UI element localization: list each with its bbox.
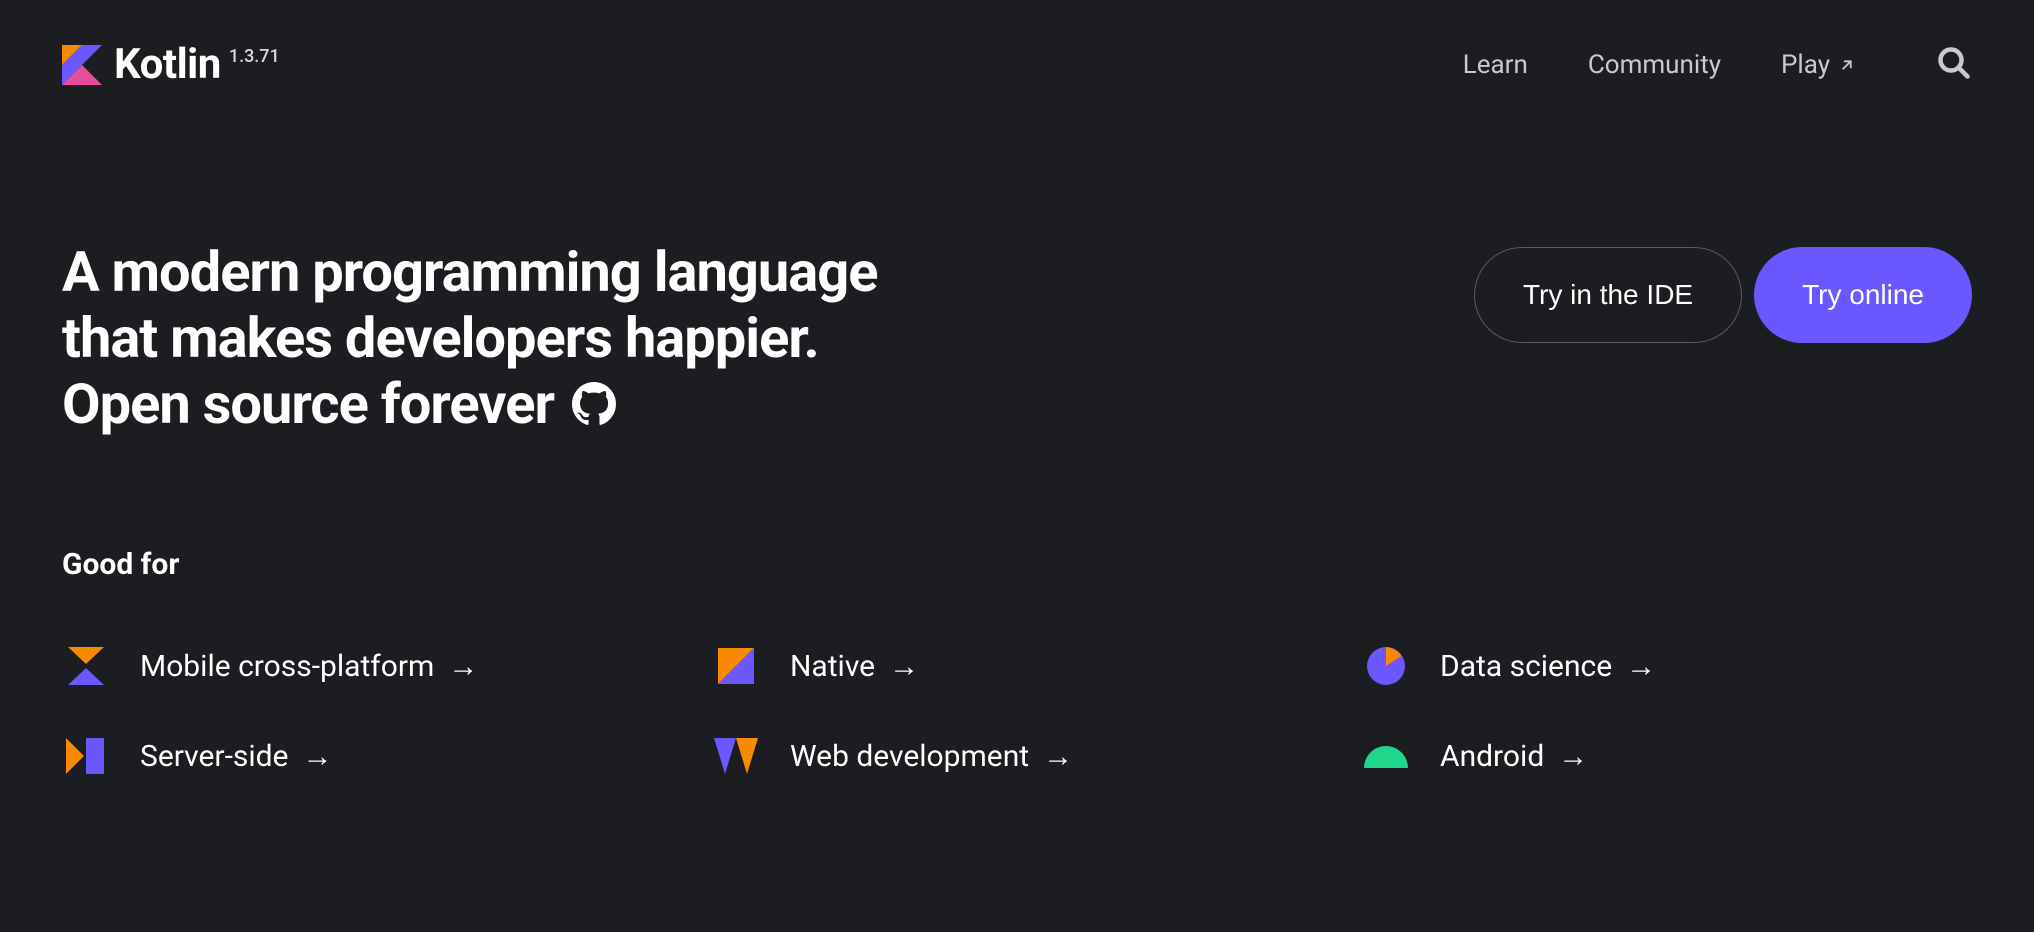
good-for-mobile-cross-platform[interactable]: Mobile cross-platform → <box>62 646 672 686</box>
github-icon[interactable] <box>572 382 616 426</box>
hero-line-3: Open source forever <box>62 371 554 437</box>
good-for-server-side[interactable]: Server-side → <box>62 736 672 776</box>
good-for-item-label: Mobile cross-platform <box>140 649 434 684</box>
arrow-right-icon: → <box>889 649 919 684</box>
arrow-right-icon: → <box>448 649 478 684</box>
nav-play-label: Play <box>1781 50 1830 80</box>
good-for-android[interactable]: Android → <box>1362 736 1972 776</box>
nav-play[interactable]: Play <box>1781 50 1856 80</box>
hero-line-1: A modern programming language <box>62 239 877 305</box>
good-for-native[interactable]: Native → <box>712 646 1322 686</box>
arrow-right-icon: → <box>1626 649 1656 684</box>
hero-section: A modern programming language that makes… <box>62 239 1972 437</box>
arrow-right-icon: → <box>1558 739 1588 774</box>
hero-headline: A modern programming language that makes… <box>62 239 877 437</box>
arrow-right-icon: → <box>1043 739 1073 774</box>
site-header: Kotlin 1.3.71 Learn Community Play <box>62 40 1972 89</box>
try-ide-button[interactable]: Try in the IDE <box>1474 247 1742 343</box>
good-for-data-science[interactable]: Data science → <box>1362 646 1972 686</box>
good-for-item-label: Server-side <box>140 739 288 774</box>
external-link-icon <box>1838 56 1856 74</box>
good-for-web-development[interactable]: Web development → <box>712 736 1322 776</box>
play-block-icon <box>66 738 106 774</box>
square-split-icon <box>718 648 754 684</box>
good-for-grid: Mobile cross-platform → Native → <box>62 646 1972 776</box>
search-button[interactable] <box>1936 45 1972 85</box>
kotlin-logo-icon <box>62 45 102 85</box>
hourglass-icon <box>66 647 106 685</box>
arrow-right-icon: → <box>302 739 332 774</box>
nav-community[interactable]: Community <box>1588 50 1721 80</box>
cta-row: Try in the IDE Try online <box>1474 247 1972 343</box>
good-for-item-label: Web development <box>790 739 1029 774</box>
main-nav: Learn Community Play <box>1463 45 1972 85</box>
pie-chart-icon <box>1367 647 1405 685</box>
good-for-title: Good for <box>62 547 1972 582</box>
good-for-item-label: Native <box>790 649 875 684</box>
logo-text: Kotlin <box>114 40 221 89</box>
try-online-button[interactable]: Try online <box>1754 247 1972 343</box>
version-label: 1.3.71 <box>229 46 280 67</box>
good-for-item-label: Data science <box>1440 649 1612 684</box>
hero-line-2: that makes developers happier. <box>62 305 877 371</box>
hero-line-3-wrap: Open source forever <box>62 371 877 437</box>
good-for-item-label: Android <box>1440 739 1544 774</box>
nav-learn[interactable]: Learn <box>1463 50 1528 80</box>
search-icon <box>1936 45 1972 81</box>
semicircle-icon <box>1364 744 1408 768</box>
double-triangle-icon <box>714 738 758 774</box>
kotlin-logo: Kotlin <box>62 40 221 89</box>
good-for-section: Good for Mobile cross-platform → <box>62 547 1972 776</box>
logo-block[interactable]: Kotlin 1.3.71 <box>62 40 280 89</box>
